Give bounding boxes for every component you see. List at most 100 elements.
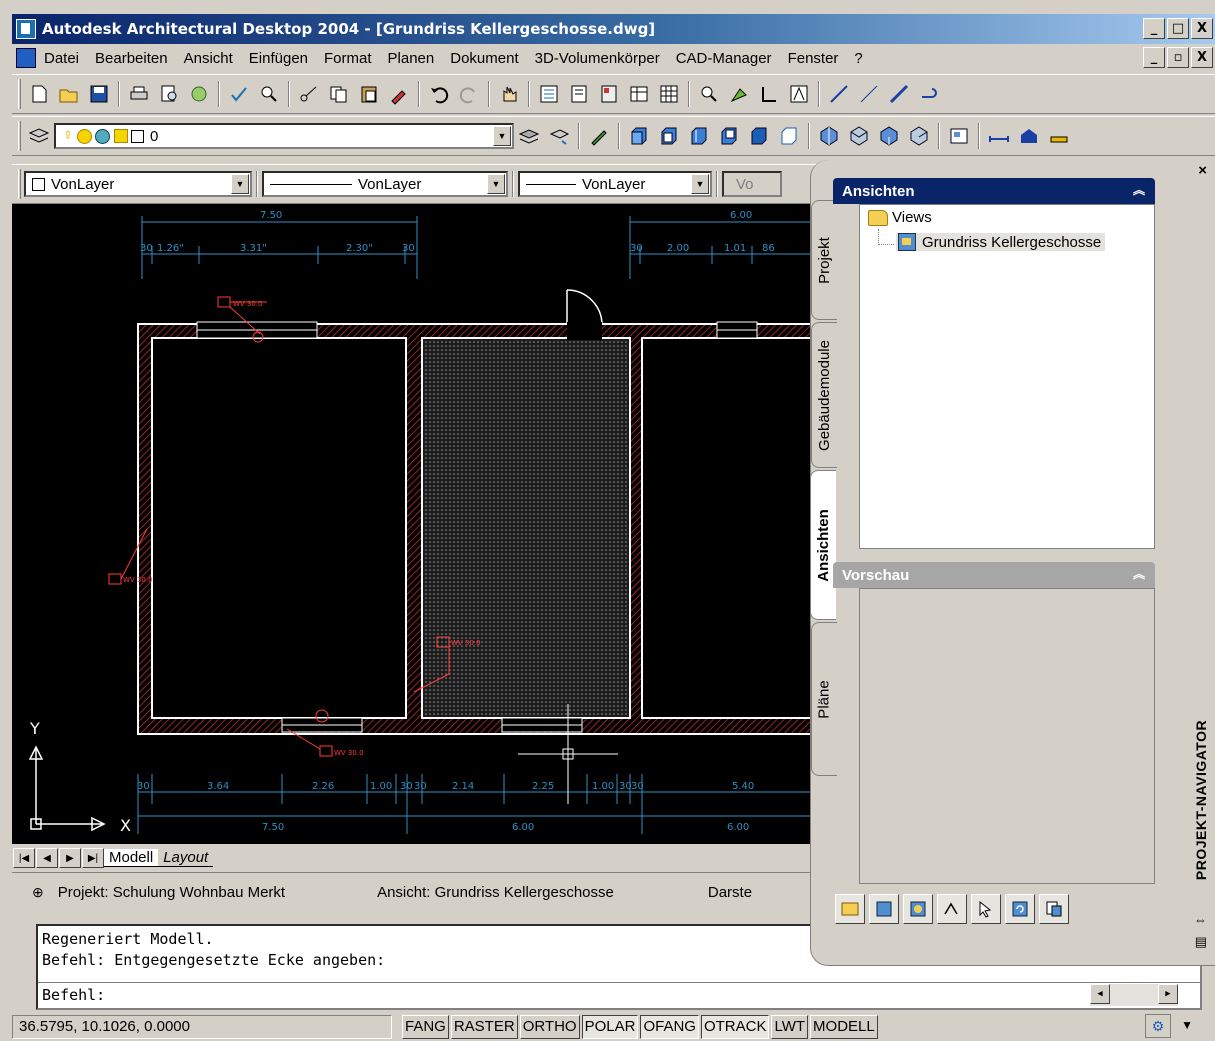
tree-item-views[interactable]: Views — [868, 209, 932, 226]
menu-fenster[interactable]: Fenster — [780, 50, 847, 67]
tab-ansichten[interactable]: Ansichten — [810, 470, 836, 620]
zoom-realtime-icon[interactable] — [696, 81, 722, 107]
menu-dokument[interactable]: Dokument — [442, 50, 526, 67]
arc-icon[interactable] — [916, 81, 942, 107]
modell-toggle[interactable]: MODELL — [810, 1014, 878, 1039]
properties-menu-icon[interactable]: ▤ — [1195, 934, 1207, 950]
app-icon[interactable] — [16, 19, 36, 39]
designcenter-icon[interactable] — [566, 81, 592, 107]
chevron-down-icon[interactable]: ▼ — [493, 126, 511, 146]
tape-icon[interactable] — [1046, 123, 1072, 149]
make-object-layer-current-icon[interactable] — [516, 123, 542, 149]
zoom-window-icon[interactable] — [726, 81, 752, 107]
lwt-toggle[interactable]: LWT — [771, 1014, 809, 1039]
grid-table-icon[interactable] — [656, 81, 682, 107]
fang-toggle[interactable]: FANG — [402, 1014, 449, 1039]
line-icon[interactable] — [826, 81, 852, 107]
raster-toggle[interactable]: RASTER — [450, 1014, 518, 1039]
add-view-icon[interactable] — [835, 894, 865, 924]
status-menu-icon[interactable]: ▼ — [1181, 1018, 1193, 1032]
section-vorschau-header[interactable]: Vorschau ︽ — [833, 562, 1155, 588]
toolbar-grip[interactable] — [18, 121, 21, 151]
save-icon[interactable] — [86, 81, 112, 107]
print-icon[interactable] — [126, 81, 152, 107]
refresh-icon[interactable] — [1005, 894, 1035, 924]
layer-manager-icon[interactable] — [26, 123, 52, 149]
box-front-icon[interactable] — [626, 123, 652, 149]
chevron-down-icon[interactable]: ▼ — [691, 174, 709, 194]
toolbar-grip[interactable] — [18, 79, 21, 109]
spellcheck-icon[interactable] — [226, 81, 252, 107]
plotstyle-dropdown[interactable]: Vo — [722, 171, 782, 197]
menu-cad-manager[interactable]: CAD-Manager — [668, 50, 780, 67]
iso-view-2-icon[interactable] — [846, 123, 872, 149]
doc-restore-button[interactable]: ▫ — [1167, 47, 1189, 68]
menu-bearbeiten[interactable]: Bearbeiten — [87, 50, 176, 67]
close-icon[interactable]: × — [1198, 162, 1207, 179]
text-icon[interactable] — [786, 81, 812, 107]
polar-toggle[interactable]: POLAR — [581, 1014, 639, 1039]
tool-palettes-icon[interactable] — [596, 81, 622, 107]
command-scrollbar[interactable]: ◀ ▶ — [1090, 984, 1178, 1006]
last-tab-icon[interactable]: ▶| — [82, 848, 104, 868]
close-button[interactable]: X — [1191, 18, 1213, 39]
iso-view-1-icon[interactable] — [816, 123, 842, 149]
construction-line-icon[interactable] — [856, 81, 882, 107]
box-back-icon[interactable] — [776, 123, 802, 149]
redo-icon[interactable] — [456, 81, 482, 107]
match-properties-icon[interactable] — [386, 81, 412, 107]
dimension-icon[interactable] — [986, 123, 1012, 149]
polyline-icon[interactable] — [886, 81, 912, 107]
undo-icon[interactable] — [426, 81, 452, 107]
layer-dropdown[interactable]: ♀ 0 ▼ — [54, 123, 514, 149]
layer-previous-icon[interactable] — [546, 123, 572, 149]
otrack-toggle[interactable]: OTRACK — [700, 1014, 770, 1039]
elevation-icon[interactable] — [1016, 123, 1042, 149]
tab-projekt[interactable]: Projekt — [811, 200, 837, 320]
palette-title[interactable]: PROJEKT-NAVIGATOR — [1189, 700, 1213, 900]
repath-icon[interactable] — [1039, 894, 1069, 924]
ortho-toggle[interactable]: ORTHO — [519, 1014, 580, 1039]
iso-view-3-icon[interactable] — [876, 123, 902, 149]
box-left-icon[interactable] — [656, 123, 682, 149]
view-manager-icon[interactable] — [946, 123, 972, 149]
select-icon[interactable] — [971, 894, 1001, 924]
ucs-icon[interactable] — [756, 81, 782, 107]
views-tree[interactable]: Views Grundriss Kellergeschosse — [859, 204, 1155, 549]
collapse-icon[interactable]: ︽ — [1133, 565, 1145, 582]
menu-ansicht[interactable]: Ansicht — [176, 50, 241, 67]
pan-icon[interactable] — [496, 81, 522, 107]
menu-datei[interactable]: Datei — [42, 50, 87, 67]
menu-format[interactable]: Format — [316, 50, 380, 67]
command-prompt[interactable]: Befehl: — [42, 986, 105, 1004]
cut-icon[interactable] — [296, 81, 322, 107]
detail-view-icon[interactable] — [903, 894, 933, 924]
communication-center-icon[interactable]: ⚙ — [1145, 1014, 1171, 1038]
minimize-button[interactable]: _ — [1143, 18, 1165, 39]
publish-icon[interactable] — [186, 81, 212, 107]
tab-plaene[interactable]: Pläne — [811, 622, 837, 776]
doc-minimize-button[interactable]: _ — [1143, 47, 1165, 68]
print-preview-icon[interactable] — [156, 81, 182, 107]
drawing-area[interactable]: 7.50 6.00 30 1.26" 3.31" 2.30" 30 30 2.0… — [12, 204, 812, 844]
box-top-icon[interactable] — [716, 123, 742, 149]
linetype-dropdown[interactable]: VonLayer ▼ — [262, 171, 508, 197]
scroll-right-icon[interactable]: ▶ — [1158, 984, 1178, 1004]
color-dropdown[interactable]: VonLayer ▼ — [24, 171, 252, 197]
maximize-button[interactable]: □ — [1167, 18, 1189, 39]
copy-icon[interactable] — [326, 81, 352, 107]
chevron-down-icon[interactable]: ▼ — [231, 174, 249, 194]
auto-hide-icon[interactable]: ⇔ — [1194, 912, 1207, 927]
coordinate-display[interactable]: 36.5795, 10.1026, 0.0000 — [12, 1014, 392, 1039]
section-view-icon[interactable] — [937, 894, 967, 924]
tab-layout[interactable]: Layout — [158, 849, 214, 867]
iso-view-4-icon[interactable] — [906, 123, 932, 149]
scroll-left-icon[interactable]: ◀ — [1090, 984, 1110, 1004]
menu-3d-volumenkoerper[interactable]: 3D-Volumenkörper — [527, 50, 668, 67]
find-icon[interactable] — [256, 81, 282, 107]
tree-item-grundriss-kellergeschosse[interactable]: Grundriss Kellergeschosse — [896, 233, 1106, 251]
collapse-icon[interactable]: ︽ — [1133, 181, 1145, 198]
tab-modell[interactable]: Modell — [104, 849, 159, 867]
tab-gebaeudemodule[interactable]: Gebäudemodule — [811, 322, 837, 468]
menu-help[interactable]: ? — [846, 50, 870, 67]
